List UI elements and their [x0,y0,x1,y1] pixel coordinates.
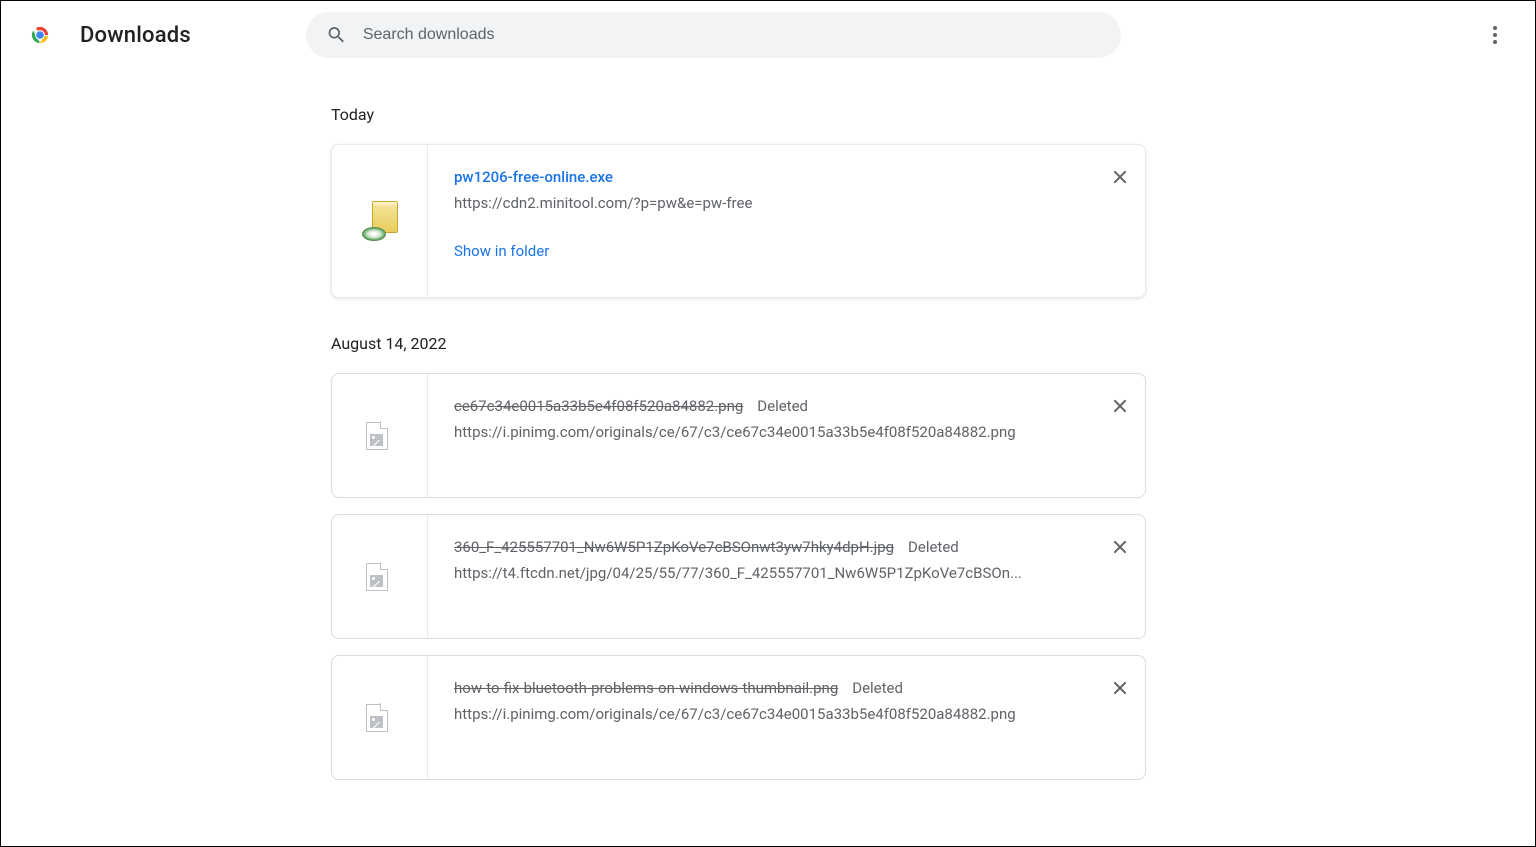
file-icon-cell [332,515,428,638]
download-card: pw1206-free-online.exe https://cdn2.mini… [331,144,1146,298]
deleted-badge: Deleted [852,679,903,697]
more-vert-icon [1493,33,1497,37]
file-icon-cell [332,374,428,497]
installer-exe-icon [362,201,398,241]
search-bar[interactable] [306,12,1121,58]
header: Downloads [1,1,1535,69]
deleted-badge: Deleted [757,397,808,415]
close-icon [1113,170,1127,184]
page-title: Downloads [80,23,191,48]
download-card: ce67c34e0015a33b5e4f08f520a84882.png Del… [331,373,1146,498]
download-card: 360_F_425557701_Nw6W5P1ZpKoVe7cBSOnwt3yw… [331,514,1146,639]
file-url: https://t4.ftcdn.net/jpg/04/25/55/77/360… [454,564,1044,582]
download-card: how-to-fix-bluetooth-problems-on-windows… [331,655,1146,780]
remove-download-button[interactable] [1106,163,1134,191]
file-name-deleted: 360_F_425557701_Nw6W5P1ZpKoVe7cBSOnwt3yw… [454,538,894,556]
remove-download-button[interactable] [1106,392,1134,420]
image-file-icon [366,422,394,450]
file-name-deleted: how-to-fix-bluetooth-problems-on-windows… [454,679,838,697]
file-icon-cell [332,656,428,779]
file-url: https://i.pinimg.com/originals/ce/67/c3/… [454,705,1044,723]
close-icon [1113,399,1127,413]
section-header: Today [331,105,1146,124]
image-file-icon [366,563,394,591]
chrome-logo-icon [27,22,53,48]
close-icon [1113,681,1127,695]
search-input[interactable] [363,26,1101,44]
section-header: August 14, 2022 [331,334,1146,353]
file-url: https://cdn2.minitool.com/?p=pw&e=pw-fre… [454,194,1044,212]
file-name-link[interactable]: pw1206-free-online.exe [454,168,613,186]
deleted-badge: Deleted [908,538,959,556]
file-url: https://i.pinimg.com/originals/ce/67/c3/… [454,423,1044,441]
file-icon-cell [332,145,428,297]
close-icon [1113,540,1127,554]
remove-download-button[interactable] [1106,533,1134,561]
file-name-deleted: ce67c34e0015a33b5e4f08f520a84882.png [454,397,743,415]
image-file-icon [366,704,394,732]
remove-download-button[interactable] [1106,674,1134,702]
search-icon [326,24,347,46]
show-in-folder-link[interactable]: Show in folder [454,242,549,260]
more-menu-button[interactable] [1475,15,1515,55]
content-scroll[interactable]: Today pw1206-free-online.exe https://cdn… [1,69,1535,846]
